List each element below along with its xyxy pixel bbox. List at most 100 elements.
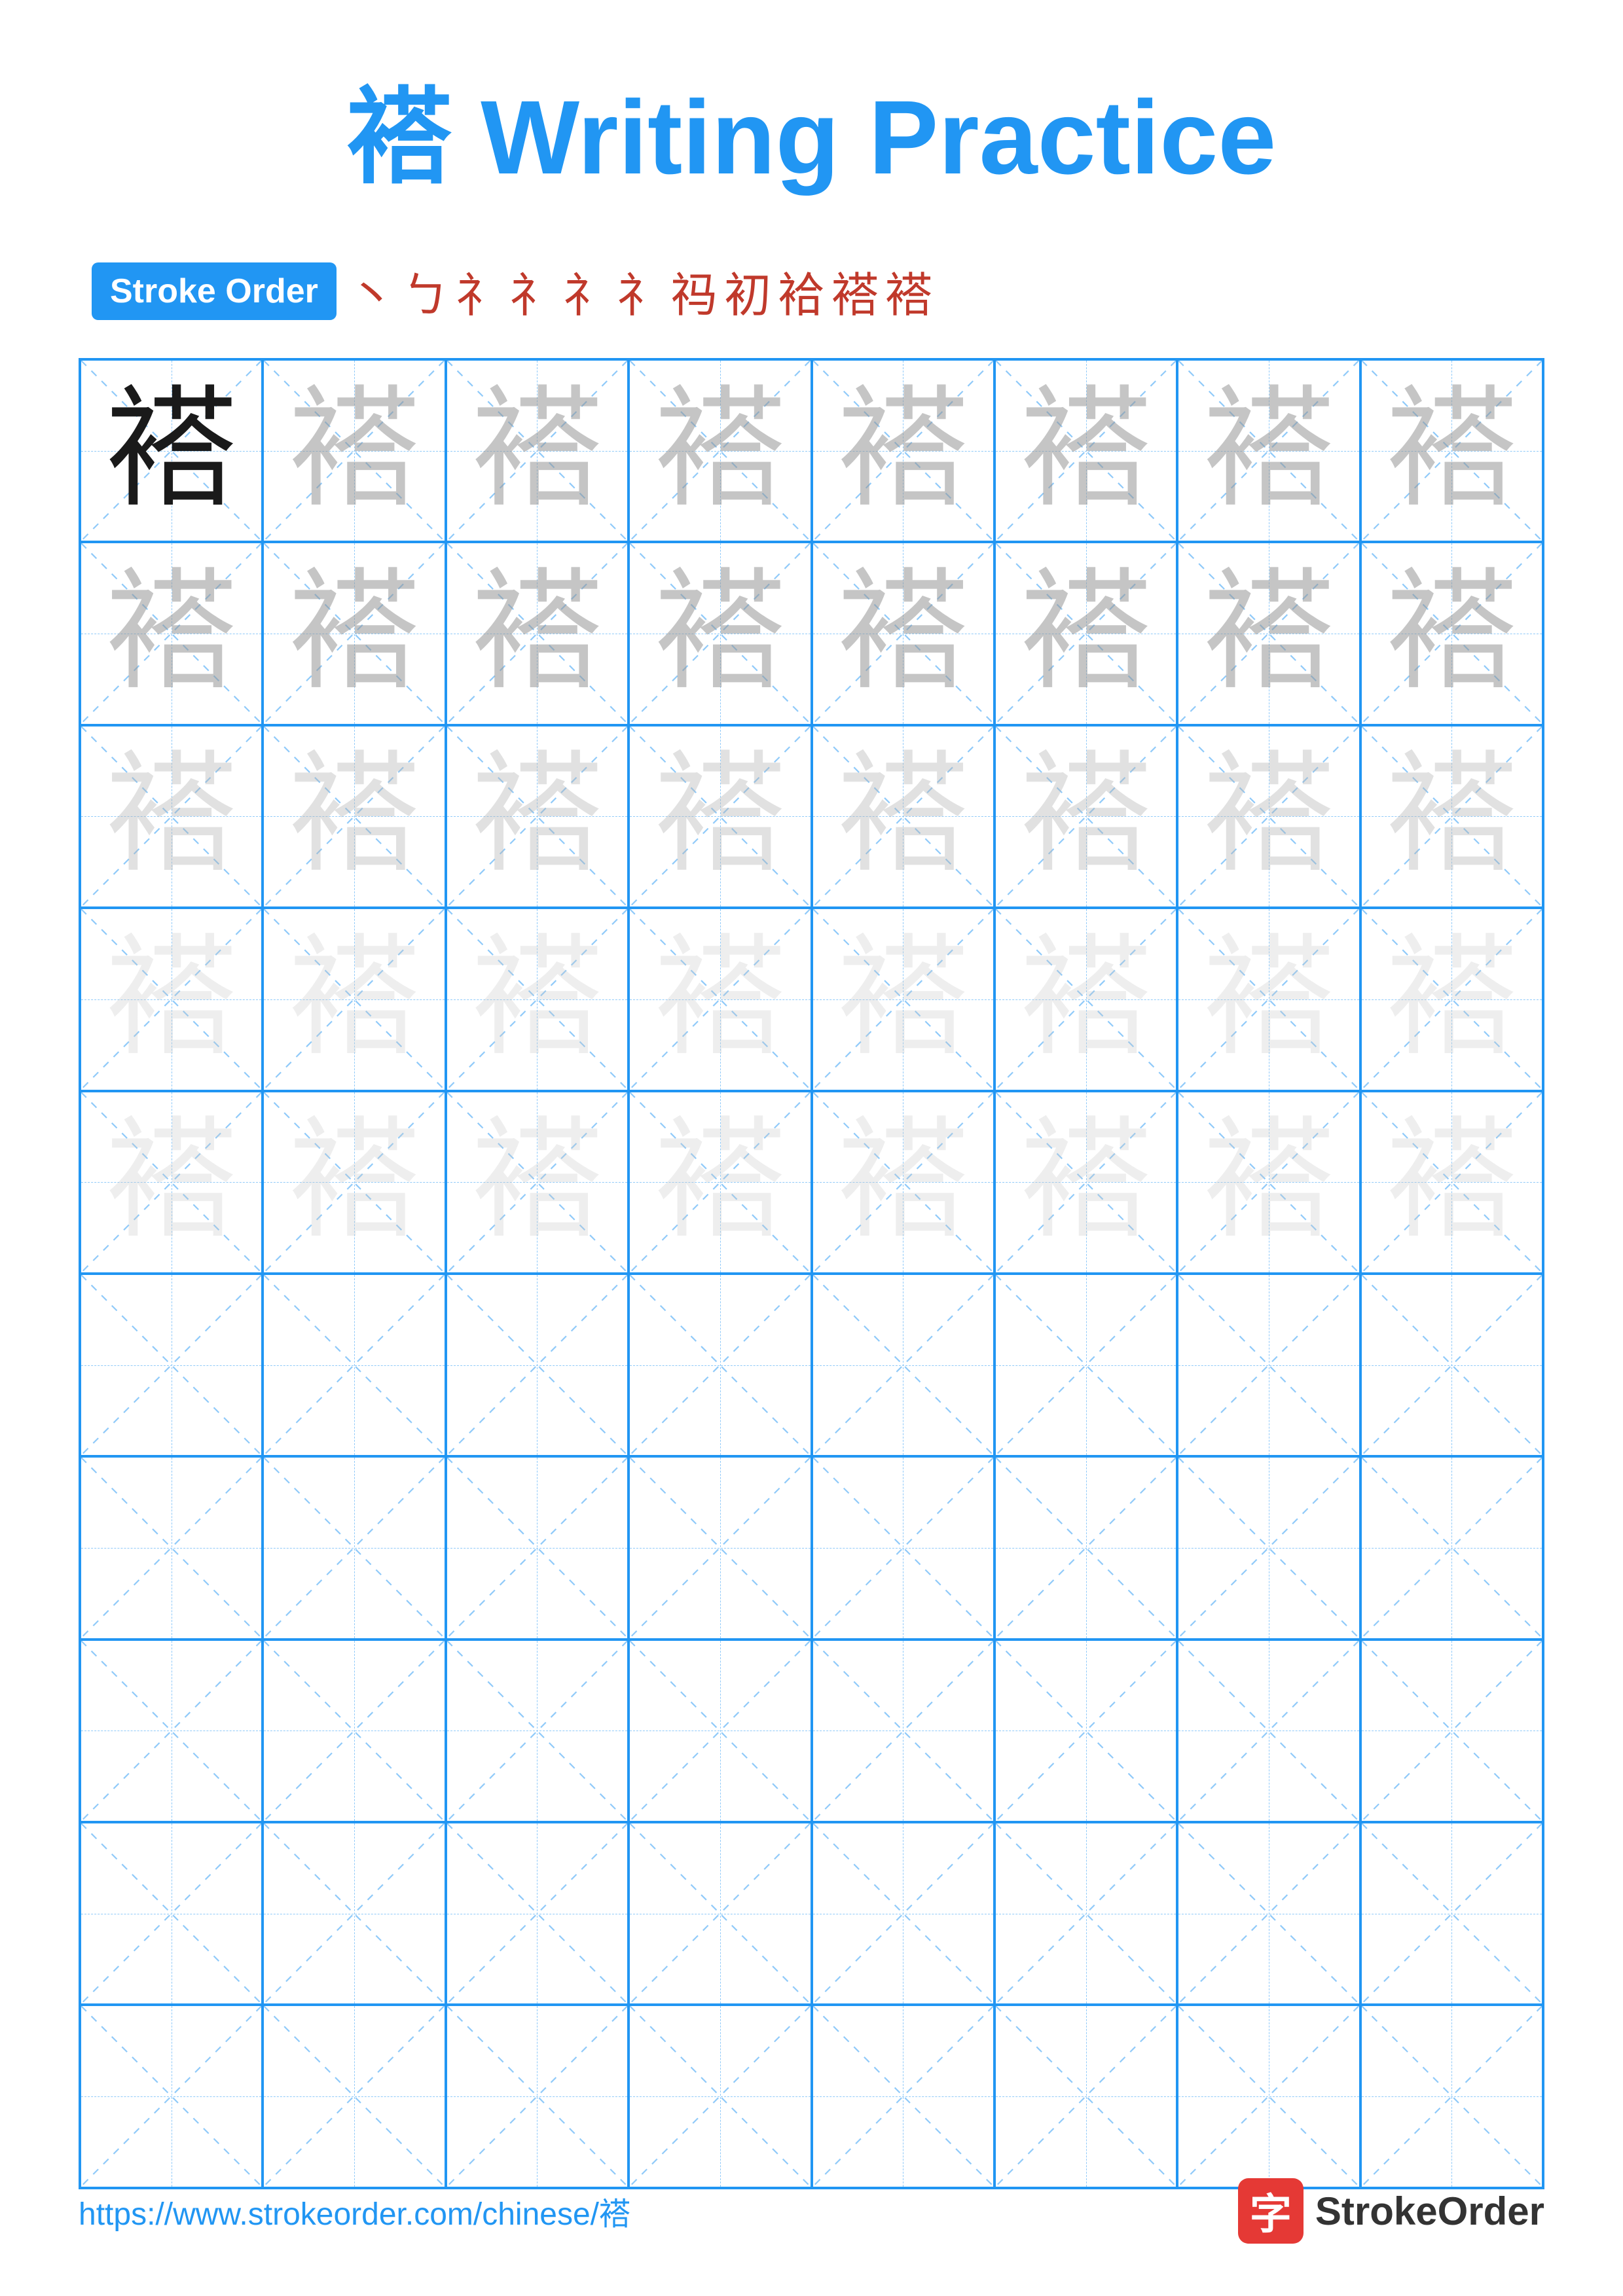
practice-char: 褡	[471, 751, 602, 882]
grid-row[interactable]	[80, 1456, 1543, 1639]
grid-cell[interactable]: 褡	[446, 542, 629, 725]
grid-cell[interactable]: 褡	[1360, 1091, 1543, 1274]
practice-char: 褡	[106, 1117, 237, 1247]
grid-cell[interactable]: 褡	[1360, 725, 1543, 908]
grid-cell[interactable]	[1177, 1456, 1360, 1639]
grid-cell[interactable]	[994, 1640, 1177, 1822]
grid-cell[interactable]: 褡	[1360, 359, 1543, 542]
grid-cell[interactable]: 褡	[446, 725, 629, 908]
grid-cell[interactable]	[446, 2005, 629, 2187]
grid-cell[interactable]: 褡	[263, 359, 445, 542]
grid-cell[interactable]	[1177, 1822, 1360, 2005]
grid-cell[interactable]	[263, 1456, 445, 1639]
grid-cell[interactable]: 褡	[629, 908, 811, 1090]
grid-cell[interactable]: 褡	[994, 359, 1177, 542]
grid-cell[interactable]	[263, 2005, 445, 2187]
grid-row[interactable]	[80, 1274, 1543, 1456]
grid-cell[interactable]: 褡	[994, 542, 1177, 725]
page-title: 褡 Writing Practice	[347, 52, 1277, 204]
grid-row[interactable]: 褡褡褡褡褡褡褡褡	[80, 359, 1543, 542]
grid-cell[interactable]	[446, 1274, 629, 1456]
grid-cell[interactable]: 褡	[629, 359, 811, 542]
grid-cell[interactable]: 褡	[812, 359, 994, 542]
grid-cell[interactable]: 褡	[812, 908, 994, 1090]
grid-cell[interactable]	[629, 1822, 811, 2005]
grid-cell[interactable]	[263, 1274, 445, 1456]
grid-cell[interactable]	[812, 1456, 994, 1639]
grid-cell[interactable]: 褡	[629, 1091, 811, 1274]
grid-cell[interactable]	[994, 2005, 1177, 2187]
grid-cell[interactable]	[1177, 1274, 1360, 1456]
grid-cell[interactable]	[263, 1822, 445, 2005]
grid-cell[interactable]	[812, 1822, 994, 2005]
grid-row[interactable]: 褡褡褡褡褡褡褡褡	[80, 725, 1543, 908]
grid-cell[interactable]: 褡	[1177, 1091, 1360, 1274]
grid-cell[interactable]: 褡	[446, 1091, 629, 1274]
grid-cell[interactable]: 褡	[1177, 725, 1360, 908]
grid-cell[interactable]: 褡	[80, 1091, 263, 1274]
grid-cell[interactable]: 褡	[80, 542, 263, 725]
grid-cell[interactable]	[80, 1274, 263, 1456]
grid-cell[interactable]: 褡	[263, 1091, 445, 1274]
practice-char: 褡	[1203, 934, 1334, 1065]
grid-row[interactable]	[80, 1822, 1543, 2005]
grid-cell[interactable]	[994, 1822, 1177, 2005]
grid-cell[interactable]	[994, 1274, 1177, 1456]
grid-row[interactable]: 褡褡褡褡褡褡褡褡	[80, 542, 1543, 725]
grid-cell[interactable]: 褡	[812, 1091, 994, 1274]
grid-row[interactable]: 褡褡褡褡褡褡褡褡	[80, 908, 1543, 1090]
grid-cell[interactable]	[80, 1456, 263, 1639]
grid-cell[interactable]: 褡	[80, 725, 263, 908]
grid-cell[interactable]	[812, 1274, 994, 1456]
grid-cell[interactable]	[80, 2005, 263, 2187]
grid-cell[interactable]: 褡	[263, 725, 445, 908]
grid-cell[interactable]	[994, 1456, 1177, 1639]
grid-cell[interactable]	[263, 1640, 445, 1822]
stroke-chars: 丶 ㄅ 礻 礻 礻 礻 祃 初 袷 褡 褡	[348, 257, 932, 325]
grid-cell[interactable]	[1360, 1640, 1543, 1822]
grid-cell[interactable]	[1360, 2005, 1543, 2187]
grid-cell[interactable]	[629, 1640, 811, 1822]
grid-cell[interactable]: 褡	[629, 542, 811, 725]
practice-char: 褡	[106, 568, 237, 699]
grid-cell[interactable]	[446, 1640, 629, 1822]
grid-cell[interactable]: 褡	[263, 542, 445, 725]
grid-cell[interactable]	[80, 1640, 263, 1822]
grid-cell[interactable]: 褡	[812, 542, 994, 725]
grid-cell[interactable]	[1177, 1640, 1360, 1822]
grid-cell[interactable]	[629, 2005, 811, 2187]
grid-row[interactable]	[80, 2005, 1543, 2187]
grid-cell[interactable]: 褡	[994, 725, 1177, 908]
grid-cell[interactable]: 褡	[1177, 908, 1360, 1090]
grid-cell[interactable]	[812, 2005, 994, 2187]
grid-cell[interactable]: 褡	[446, 359, 629, 542]
grid-cell[interactable]	[446, 1456, 629, 1639]
practice-char: 褡	[106, 751, 237, 882]
grid-cell[interactable]: 褡	[812, 725, 994, 908]
grid-cell[interactable]: 褡	[994, 908, 1177, 1090]
grid-row[interactable]: 褡褡褡褡褡褡褡褡	[80, 1091, 1543, 1274]
practice-char: 褡	[289, 934, 420, 1065]
practice-char: 褡	[1386, 751, 1517, 882]
grid-cell[interactable]: 褡	[1360, 542, 1543, 725]
grid-cell[interactable]: 褡	[629, 725, 811, 908]
grid-cell[interactable]	[1360, 1456, 1543, 1639]
grid-cell[interactable]: 褡	[446, 908, 629, 1090]
grid-cell[interactable]	[1360, 1822, 1543, 2005]
grid-cell[interactable]: 褡	[1360, 908, 1543, 1090]
grid-cell[interactable]	[446, 1822, 629, 2005]
grid-cell[interactable]: 褡	[80, 359, 263, 542]
grid-cell[interactable]: 褡	[1177, 542, 1360, 725]
grid-cell[interactable]	[80, 1822, 263, 2005]
grid-cell[interactable]: 褡	[263, 908, 445, 1090]
grid-cell[interactable]	[812, 1640, 994, 1822]
grid-cell[interactable]	[629, 1456, 811, 1639]
grid-cell[interactable]: 褡	[1177, 359, 1360, 542]
grid-cell[interactable]: 褡	[994, 1091, 1177, 1274]
grid-row[interactable]	[80, 1640, 1543, 1822]
grid-cell[interactable]	[1177, 2005, 1360, 2187]
practice-char: 褡	[106, 934, 237, 1065]
grid-cell[interactable]: 褡	[80, 908, 263, 1090]
grid-cell[interactable]	[1360, 1274, 1543, 1456]
grid-cell[interactable]	[629, 1274, 811, 1456]
